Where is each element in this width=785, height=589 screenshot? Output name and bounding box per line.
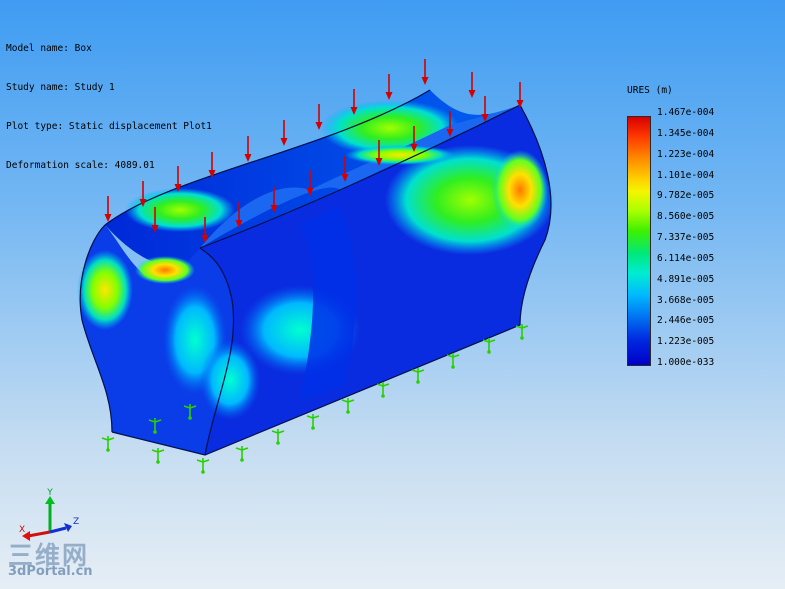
top-panel-contour <box>345 145 455 165</box>
load-arrow-icon <box>421 59 429 85</box>
legend-title: URES (m) <box>627 85 673 96</box>
fixture-icon <box>446 353 460 369</box>
legend-tick-label: 1.345e-004 <box>657 127 715 139</box>
front-face-contour <box>492 150 548 230</box>
legend-tick-label: 2.446e-005 <box>657 315 715 327</box>
fixture-icon <box>515 324 529 340</box>
fixture-icon <box>482 338 496 354</box>
watermark-english: 3dPortal.cn <box>8 564 93 579</box>
legend-tick-label: 1.223e-004 <box>657 148 715 160</box>
watermark: 三维网 3dPortal.cn <box>6 536 126 586</box>
load-arrow-icon <box>516 82 524 108</box>
fixture-icon <box>341 398 355 414</box>
legend-tick-label: 3.668e-005 <box>657 294 715 306</box>
z-axis-line <box>49 526 67 534</box>
legend-tick-label: 6.114e-005 <box>657 252 715 264</box>
x-axis-label: X <box>19 525 25 535</box>
fixture-icon <box>376 382 390 398</box>
legend-tick-label: 1.000e-033 <box>657 357 715 368</box>
load-arrow-icon <box>385 74 393 100</box>
legend-tick-label: 1.223e-005 <box>657 336 715 348</box>
legend-tick-label: 1.467e-004 <box>657 107 715 118</box>
load-arrow-icon <box>280 120 288 146</box>
fixture-icon <box>196 458 210 474</box>
legend-tick-label: 9.782e-005 <box>657 190 715 202</box>
legend-tick-label: 1.101e-004 <box>657 169 715 181</box>
load-arrow-icon <box>244 136 252 162</box>
fixture-icon <box>235 446 249 462</box>
fixture-icon <box>101 436 115 452</box>
load-arrow-icon <box>468 72 476 98</box>
fixture-icon <box>151 448 165 464</box>
legend-color-bar <box>627 116 651 366</box>
fixture-icon <box>411 368 425 384</box>
results-legend: URES (m) 1.467e-004 1.345e-004 1.223e-004 1… <box>626 85 756 385</box>
fixture-icon <box>271 429 285 445</box>
left-face-contour <box>135 256 195 284</box>
legend-tick-label: 7.337e-005 <box>657 232 715 243</box>
y-axis-label: Y <box>46 488 53 498</box>
legend-tick-label: 8.560e-005 <box>657 211 715 223</box>
load-arrow-icon <box>104 196 112 222</box>
z-axis-label: Z <box>73 517 79 527</box>
legend-tick-label: 4.891e-005 <box>657 273 715 285</box>
fixture-icon <box>306 414 320 430</box>
far-panel-contour <box>125 188 235 232</box>
graphics-viewport[interactable]: Model name: Box Study name: Study 1 Plot… <box>0 0 785 589</box>
